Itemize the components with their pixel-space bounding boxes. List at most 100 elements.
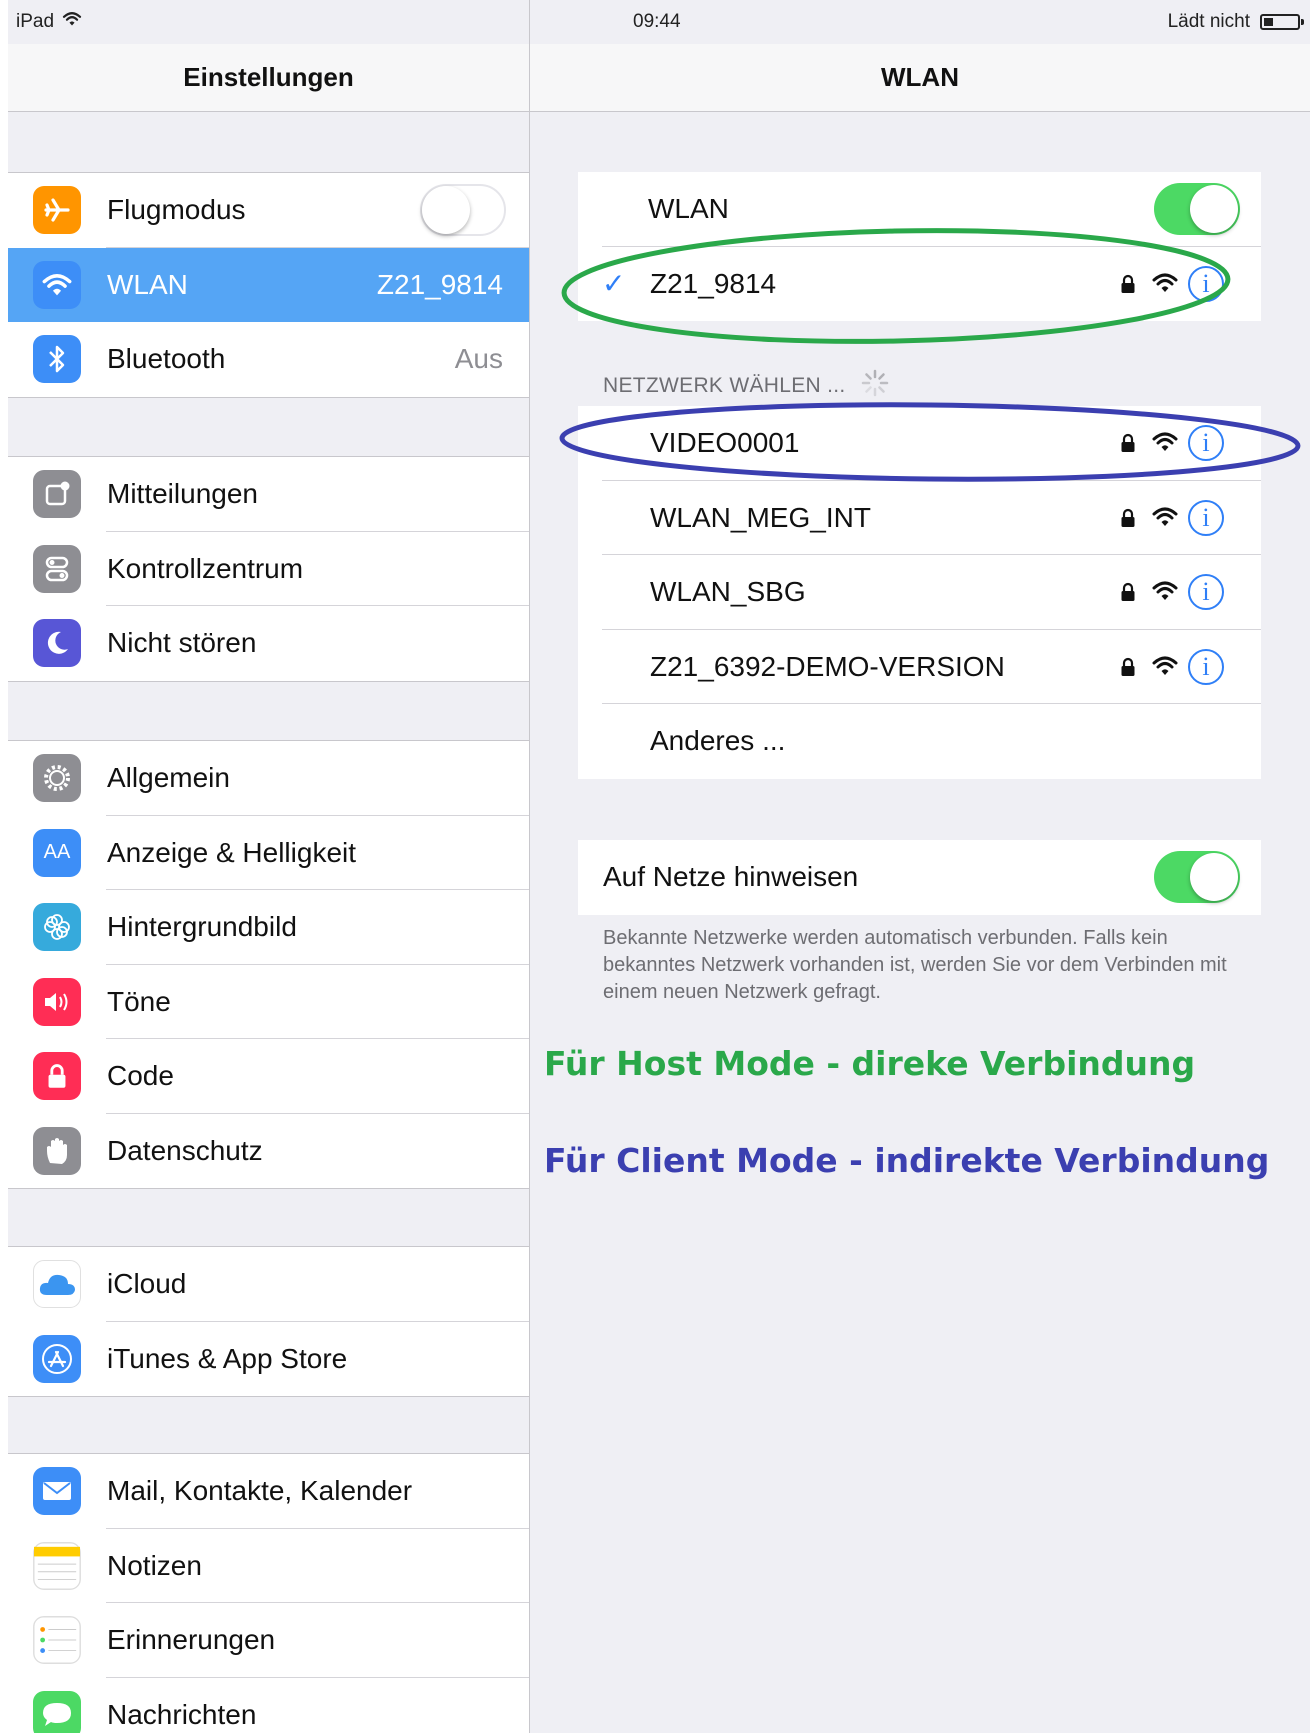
- wifi-signal-icon: [1152, 655, 1178, 682]
- wifi-status-icon: [62, 11, 82, 33]
- settings-master-pane: Einstellungen Flugmodus WLAN Z21_9814 Bluet…: [8, 0, 530, 1733]
- sidebar-item-value: Z21_9814: [376, 268, 503, 300]
- bluetooth-icon: [33, 335, 81, 384]
- other-network-row[interactable]: Anderes ...: [578, 704, 1261, 779]
- sidebar-item-mitteilungen[interactable]: Mitteilungen: [8, 457, 529, 532]
- sidebar-item-notizen[interactable]: Notizen: [8, 1529, 529, 1603]
- network-ssid: WLAN_MEG_INT: [650, 501, 871, 533]
- info-icon[interactable]: i: [1188, 265, 1224, 302]
- sound-icon: [33, 977, 81, 1026]
- lock-icon: [1120, 582, 1136, 607]
- lock-icon: [1120, 657, 1136, 682]
- sidebar-item-label: Töne: [107, 985, 171, 1017]
- sidebar-item-label: Nicht stören: [107, 627, 257, 659]
- choose-network-header: NETZWERK WÄHLEN ...: [603, 368, 890, 404]
- wlan-detail-pane: WLAN WLAN ✓ Z21_9814 i NETZWERK WÄHLEN .…: [530, 0, 1310, 1733]
- settings-group: Allgemein AA Anzeige & Helligkeit Hintergru…: [8, 740, 529, 1189]
- ask-to-join-label: Auf Netze hinweisen: [603, 861, 859, 893]
- battery-icon: [1260, 14, 1304, 30]
- sidebar-item-datenschutz[interactable]: Datenschutz: [8, 1114, 529, 1189]
- settings-group: iCloud iTunes & App Store: [8, 1246, 529, 1397]
- sidebar-item-label: Nachrichten: [107, 1698, 257, 1730]
- sidebar-item-label: Datenschutz: [107, 1134, 263, 1166]
- ask-to-join-footnote: Bekannte Netzwerke werden automatisch ve…: [603, 927, 1227, 1003]
- wifi-signal-icon: [1152, 272, 1178, 299]
- status-left: iPad: [16, 11, 82, 33]
- gear-icon: [33, 754, 81, 803]
- sidebar-item-töne[interactable]: Töne: [8, 965, 529, 1039]
- status-bar: iPad 09:44 Lädt nicht: [8, 0, 1310, 44]
- reminders-icon: [33, 1616, 81, 1665]
- info-icon[interactable]: i: [1188, 425, 1224, 462]
- moon-icon: [33, 619, 81, 668]
- network-row[interactable]: WLAN_SBG i: [578, 555, 1261, 630]
- sidebar-item-flugmodus[interactable]: Flugmodus: [8, 173, 529, 248]
- sidebar-item-code[interactable]: Code: [8, 1039, 529, 1114]
- sidebar-item-label: Flugmodus: [107, 194, 246, 226]
- airplane-mode-toggle[interactable]: [420, 184, 506, 236]
- sidebar-item-label: Erinnerungen: [107, 1624, 276, 1656]
- settings-group: Mitteilungen Kontrollzentrum Nicht stören: [8, 456, 529, 682]
- control-center-icon: [33, 544, 81, 593]
- ask-to-join-row: Auf Netze hinweisen: [578, 840, 1261, 915]
- sidebar-item-icloud[interactable]: iCloud: [8, 1247, 529, 1322]
- checkmark-icon: ✓: [602, 268, 626, 300]
- settings-group: Flugmodus WLAN Z21_9814 Bluetooth Aus: [8, 172, 529, 398]
- sidebar-item-label: Notizen: [107, 1549, 202, 1581]
- icloud-icon: [33, 1260, 81, 1309]
- network-row[interactable]: WLAN_MEG_INT i: [578, 481, 1261, 555]
- sidebar-item-label: Anzeige & Helligkeit: [107, 836, 357, 868]
- wifi-signal-icon: [1152, 431, 1178, 458]
- sidebar-item-itunes-app-store[interactable]: iTunes & App Store: [8, 1322, 529, 1397]
- airplane-icon: [33, 186, 81, 235]
- sidebar-item-anzeige-helligkeit[interactable]: AA Anzeige & Helligkeit: [8, 816, 529, 890]
- sidebar-item-label: iTunes & App Store: [107, 1342, 348, 1374]
- sidebar-item-nachrichten[interactable]: Nachrichten: [8, 1678, 529, 1733]
- sidebar-item-erinnerungen[interactable]: Erinnerungen: [8, 1603, 529, 1678]
- sidebar-item-allgemein[interactable]: Allgemein: [8, 741, 529, 816]
- network-row[interactable]: Z21_6392-DEMO-VERSION i: [578, 630, 1261, 704]
- lock-icon: [1120, 274, 1136, 299]
- detail-nav-title: WLAN: [530, 44, 1310, 112]
- wifi-icon: [33, 260, 81, 309]
- sidebar-item-kontrollzentrum[interactable]: Kontrollzentrum: [8, 532, 529, 606]
- wifi-signal-icon: [1152, 580, 1178, 607]
- notifications-icon: [33, 470, 81, 519]
- sidebar-item-nicht-stören[interactable]: Nicht stören: [8, 606, 529, 681]
- wlan-toggle[interactable]: [1154, 183, 1240, 235]
- info-icon[interactable]: i: [1188, 574, 1224, 611]
- spinner-icon: [860, 368, 890, 404]
- info-icon[interactable]: i: [1188, 648, 1224, 685]
- network-ssid: VIDEO0001: [650, 427, 800, 459]
- app-store-icon: [33, 1334, 81, 1383]
- display-icon: AA: [33, 828, 81, 877]
- sidebar-item-wlan[interactable]: WLAN Z21_9814: [8, 247, 529, 322]
- master-nav-title: Einstellungen: [8, 44, 529, 112]
- ask-to-join-toggle[interactable]: [1154, 851, 1240, 903]
- sidebar-item-bluetooth[interactable]: Bluetooth Aus: [8, 322, 529, 397]
- connected-network-row[interactable]: ✓ Z21_9814 i: [578, 247, 1261, 322]
- sidebar-item-label: Kontrollzentrum: [107, 552, 304, 584]
- client-mode-annotation: Für Client Mode - indirekte Verbindung: [544, 1141, 1270, 1180]
- toggle-knob: [1190, 853, 1238, 901]
- sidebar-item-hintergrundbild[interactable]: Hintergrundbild: [8, 890, 529, 965]
- sidebar-item-label: Hintergrundbild: [107, 911, 297, 943]
- sidebar-item-mail-kontakte-kalender[interactable]: Mail, Kontakte, Kalender: [8, 1454, 529, 1529]
- notes-icon: [33, 1541, 81, 1590]
- sidebar-item-label: Allgemein: [107, 762, 230, 794]
- wlan-toggle-row: WLAN: [578, 172, 1261, 247]
- mail-icon: [33, 1467, 81, 1516]
- network-row[interactable]: VIDEO0001 i: [578, 406, 1261, 481]
- ipad-screen: Einstellungen Flugmodus WLAN Z21_9814 Bluet…: [8, 0, 1310, 1733]
- sidebar-item-label: Bluetooth: [107, 343, 226, 375]
- wlan-card: WLAN ✓ Z21_9814 i: [578, 172, 1261, 321]
- toggle-knob: [1190, 185, 1238, 233]
- network-ssid: WLAN_SBG: [650, 576, 806, 608]
- sidebar-item-label: iCloud: [107, 1268, 187, 1300]
- sidebar-item-value: Aus: [454, 343, 503, 375]
- sidebar-item-label: Mitteilungen: [107, 478, 258, 510]
- other-network-label: Anderes ...: [650, 725, 786, 757]
- info-icon[interactable]: i: [1188, 499, 1224, 536]
- hand-icon: [33, 1126, 81, 1175]
- sidebar-item-label: Mail, Kontakte, Kalender: [107, 1475, 413, 1507]
